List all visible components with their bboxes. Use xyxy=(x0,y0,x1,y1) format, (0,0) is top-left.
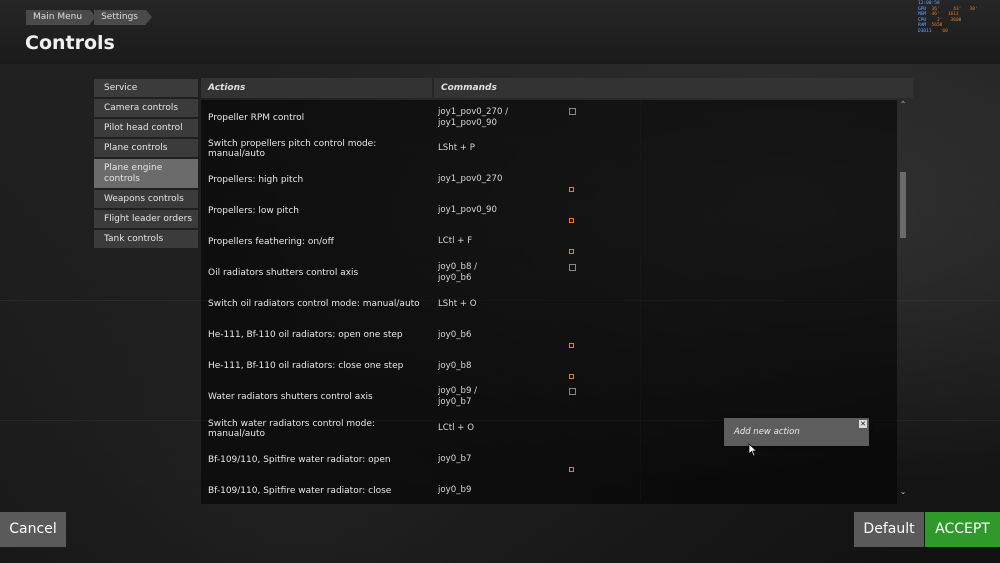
action-label: Propellers: low pitch xyxy=(208,205,299,216)
table-row[interactable]: Switch propellers pitch control mode: ma… xyxy=(201,133,897,164)
command-binding[interactable]: LSht + P xyxy=(438,133,558,164)
add-new-action-popup[interactable]: Add new action ✕ xyxy=(724,418,869,446)
performance-overlay: 12:00:58 GPU 36' 43' 30' MEM 46' 1611 CP… xyxy=(918,1,1000,41)
command-text: joy1_pov0_270 xyxy=(438,174,503,185)
close-icon[interactable]: ✕ xyxy=(859,420,867,428)
add-new-action-label[interactable]: Add new action xyxy=(734,427,800,437)
axis-settings-icon[interactable] xyxy=(569,108,576,115)
table-row[interactable]: Water radiators shutters control axis joy… xyxy=(201,382,897,413)
breadcrumb-settings[interactable]: Settings xyxy=(94,10,152,25)
binding-icon[interactable] xyxy=(569,373,574,379)
accept-button[interactable]: ACCEPT xyxy=(925,512,1000,547)
action-label: Water radiators shutters control axis xyxy=(208,392,373,403)
command-text: LSht + P xyxy=(438,143,475,154)
page-title: Controls xyxy=(25,32,115,54)
command-text: joy0_b7 xyxy=(438,454,472,465)
table-row[interactable]: He-111, Bf-110 oil radiators: close one … xyxy=(201,351,897,382)
command-binding[interactable]: LCtl + F xyxy=(438,226,558,257)
perf-line: MEM 46' 1611 xyxy=(918,12,959,18)
action-label: Switch oil radiators control mode: manua… xyxy=(208,299,420,310)
command-text: joy0_b7 xyxy=(438,397,472,408)
binding-icon[interactable] xyxy=(569,187,574,193)
command-binding[interactable]: LSht + O xyxy=(438,289,558,320)
binding-icon[interactable] xyxy=(569,467,574,473)
action-label: Propellers feathering: on/off xyxy=(208,236,334,247)
cancel-button[interactable]: Cancel xyxy=(0,512,66,547)
command-binding[interactable]: joy0_b7 xyxy=(438,444,558,475)
action-label: Switch propellers pitch control mode: ma… xyxy=(208,138,377,159)
binding-icon[interactable] xyxy=(569,218,574,224)
command-binding[interactable]: joy0_b9 /joy0_b7 xyxy=(438,382,558,413)
sidebar-item[interactable]: Tank controls xyxy=(94,230,198,248)
action-label: Bf-109/110, Spitfire water radiator: clo… xyxy=(208,485,392,496)
sidebar-item[interactable]: Service xyxy=(94,79,198,97)
sidebar-item[interactable]: Flight leader orders xyxy=(94,210,198,228)
command-binding[interactable]: joy1_pov0_270 xyxy=(438,164,558,195)
scroll-up-icon[interactable]: ⌃ xyxy=(899,100,907,109)
action-label: He-111, Bf-110 oil radiators: close one … xyxy=(208,361,404,372)
table-row[interactable]: Oil radiators shutters control axis joy0_… xyxy=(201,258,897,289)
header-bar: Main Menu Settings Controls xyxy=(0,0,1000,64)
axis-settings-icon[interactable] xyxy=(569,387,576,395)
actions-column-header: Actions xyxy=(201,78,432,98)
table-row[interactable]: Propellers: high pitch joy1_pov0_270 xyxy=(201,164,897,195)
command-binding[interactable]: LCtl + O xyxy=(438,413,558,444)
category-sidebar: Service Camera controls Pilot head control… xyxy=(94,79,198,250)
command-text: joy1_pov0_90 xyxy=(438,205,497,216)
scroll-down-icon[interactable]: ⌄ xyxy=(899,487,907,496)
binding-icon[interactable] xyxy=(569,249,574,255)
action-label: Bf-109/110, Spitfire water radiator: ope… xyxy=(208,454,391,465)
command-text: joy0_b8 / xyxy=(438,262,478,272)
perf-line: RAM 5650 xyxy=(918,23,943,29)
command-text: LCtl + O xyxy=(438,423,474,433)
sidebar-item[interactable]: Plane engine controls xyxy=(94,159,198,188)
scrollbar[interactable]: ⌃ ⌄ xyxy=(899,100,907,498)
command-binding[interactable]: joy0_b8 /joy0_b6 xyxy=(438,258,558,289)
action-label: Propellers: high pitch xyxy=(208,174,304,185)
command-text: joy0_b8 xyxy=(438,360,472,371)
command-text: joy0_b6 xyxy=(438,273,472,283)
action-label: Oil radiators shutters control axis xyxy=(208,268,359,278)
table-row[interactable]: Propeller RPM control joy1_pov0_270 /joy1… xyxy=(201,102,897,133)
table-row[interactable]: Bf-109/110, Spitfire water radiator: clo… xyxy=(201,475,897,504)
breadcrumb: Main Menu Settings xyxy=(26,10,152,25)
command-text: joy0_b9 xyxy=(438,485,472,496)
sidebar-item[interactable]: Plane controls xyxy=(94,139,198,157)
command-binding[interactable]: joy1_pov0_90 xyxy=(438,195,558,226)
table-row[interactable]: Propellers feathering: on/off LCtl + F xyxy=(201,226,897,257)
command-text: joy0_b6 xyxy=(438,329,472,340)
action-label: He-111, Bf-110 oil radiators: open one s… xyxy=(208,330,403,341)
binding-icon[interactable] xyxy=(569,342,574,348)
mouse-cursor-icon xyxy=(748,443,758,457)
table-row[interactable]: Switch oil radiators control mode: manua… xyxy=(201,289,897,320)
command-binding[interactable]: joy0_b6 xyxy=(438,320,558,351)
action-label: Switch water radiators control mode: man… xyxy=(208,418,375,439)
commands-column-header: Commands xyxy=(434,78,913,98)
perf-line: GPU 36' 43' 30' xyxy=(918,6,978,12)
perf-clock: 12:00:58 xyxy=(918,1,940,6)
command-text: joy1_pov0_270 / xyxy=(438,106,509,117)
sidebar-item[interactable]: Weapons controls xyxy=(94,190,198,208)
command-text: joy0_b9 / xyxy=(438,386,478,397)
axis-settings-icon[interactable] xyxy=(569,263,576,271)
command-binding[interactable]: joy0_b9 xyxy=(438,475,558,504)
sidebar-item[interactable]: Camera controls xyxy=(94,99,198,117)
perf-line: D3D11 60 xyxy=(918,28,948,34)
table-row[interactable]: Propellers: low pitch joy1_pov0_90 xyxy=(201,195,897,226)
action-label: Propeller RPM control xyxy=(208,112,305,123)
sidebar-item[interactable]: Pilot head control xyxy=(94,119,198,137)
command-text: LSht + O xyxy=(438,298,477,309)
table-row[interactable]: He-111, Bf-110 oil radiators: open one s… xyxy=(201,320,897,351)
table-row[interactable]: Bf-109/110, Spitfire water radiator: ope… xyxy=(201,444,897,475)
scrollbar-thumb[interactable] xyxy=(900,172,906,238)
command-binding[interactable]: joy0_b8 xyxy=(438,351,558,382)
command-text: joy1_pov0_90 xyxy=(438,117,497,128)
command-binding[interactable]: joy1_pov0_270 /joy1_pov0_90 xyxy=(438,102,558,133)
command-text: LCtl + F xyxy=(438,236,473,247)
breadcrumb-main-menu[interactable]: Main Menu xyxy=(26,10,97,25)
default-button[interactable]: Default xyxy=(854,512,924,547)
